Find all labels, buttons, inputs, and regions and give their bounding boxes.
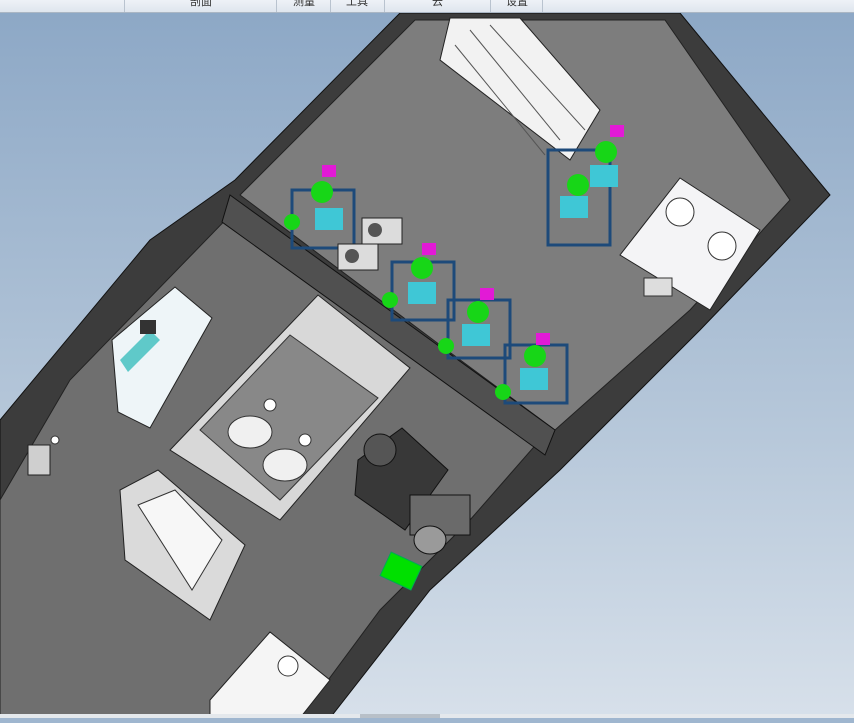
tab-measure[interactable]: 测量 [293, 0, 315, 9]
ribbon-separator [276, 0, 277, 12]
tab-settings[interactable]: 设置 [506, 0, 528, 9]
ribbon-separator [490, 0, 491, 12]
ribbon-separator [330, 0, 331, 12]
tab-cloud[interactable]: 云 [432, 0, 443, 9]
3d-viewport[interactable] [0, 12, 854, 719]
ribbon-separator [384, 0, 385, 12]
ribbon-separator [542, 0, 543, 12]
small-pump-1[interactable] [361, 217, 403, 245]
horizontal-scrollbar[interactable] [0, 714, 854, 718]
small-pump-2[interactable] [337, 243, 379, 271]
model-render[interactable] [0, 12, 854, 719]
scrollbar-thumb[interactable] [360, 714, 440, 718]
ribbon-toolbar: 剖面 测量 工具 云 设置 [0, 0, 854, 13]
ribbon-separator [124, 0, 125, 12]
tab-tools[interactable]: 工具 [346, 0, 368, 9]
tab-section[interactable]: 剖面 [190, 0, 212, 9]
